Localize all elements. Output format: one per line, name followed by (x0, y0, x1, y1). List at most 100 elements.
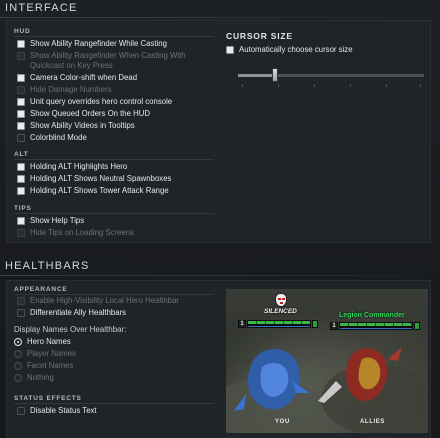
option-unit-query[interactable]: Unit query overrides hero control consol… (17, 97, 172, 107)
mask-status-icon (275, 293, 287, 307)
radio-nothing[interactable]: Nothing (14, 373, 54, 383)
option-label: Holding ALT Shows Tower Attack Range (30, 186, 169, 195)
option-colorblind-mode[interactable]: Colorblind Mode (17, 133, 87, 143)
checkbox[interactable] (17, 74, 25, 82)
you-mana-bar (247, 324, 311, 328)
option-alt-tower-range[interactable]: Holding ALT Shows Tower Attack Range (17, 186, 169, 196)
display-names-label: Display Names Over Healthbar: (14, 325, 127, 334)
you-level-badge: 1 (238, 319, 246, 328)
alt-group-label: ALT (14, 151, 29, 158)
appearance-group-label: APPEARANCE (14, 286, 68, 293)
radio-hero-names[interactable]: Hero Names (14, 337, 71, 347)
tips-divider (14, 213, 214, 214)
option-show-rangefinder[interactable]: Show Ability Rangefinder While Casting (17, 39, 167, 49)
option-rangefinder-quickcast[interactable]: Show Ability Rangefinder When Casting Wi… (17, 51, 186, 70)
option-label: Nothing (27, 373, 54, 382)
option-label: Holding ALT Shows Neutral Spawnboxes (30, 174, 172, 183)
radio-button[interactable] (14, 350, 22, 358)
alt-divider (14, 159, 214, 160)
option-label: Unit query overrides hero control consol… (30, 97, 173, 106)
slider-tick (278, 84, 279, 87)
radio-facet-names[interactable]: Facet Names (14, 361, 73, 371)
option-label: Camera Color-shift when Dead (30, 73, 138, 82)
allies-label: ALLIES (360, 419, 385, 425)
hud-group-label: HUD (14, 28, 31, 35)
option-camera-color-shift[interactable]: Camera Color-shift when Dead (17, 73, 137, 83)
option-label: Colorblind Mode (30, 133, 87, 142)
checkbox[interactable] (17, 217, 25, 225)
option-label-line2: Quickcast on Key Press (30, 60, 113, 70)
option-label: Show Help Tips (30, 216, 85, 225)
option-label: Hide Tips on Loading Screens (30, 228, 135, 237)
option-hide-loading-tips[interactable]: Hide Tips on Loading Screens (17, 228, 134, 238)
checkbox[interactable] (17, 52, 25, 60)
checkbox[interactable] (17, 134, 25, 142)
option-label: Differentiate Ally Healthbars (30, 308, 127, 317)
option-alt-highlights-hero[interactable]: Holding ALT Highlights Hero (17, 162, 127, 172)
checkbox[interactable] (17, 309, 25, 317)
option-label: Show Ability Rangefinder While Casting (30, 39, 167, 48)
ally-healthbar: 1 (330, 321, 420, 330)
slider-tick (314, 84, 315, 87)
healthbars-title: HEALTHBARS (5, 260, 90, 272)
option-auto-cursor-size[interactable]: Automatically choose cursor size (226, 45, 353, 55)
radio-button[interactable] (14, 338, 22, 346)
header-divider (0, 275, 440, 276)
checkbox[interactable] (17, 40, 25, 48)
checkbox[interactable] (17, 407, 25, 415)
status-effects-group-label: STATUS EFFECTS (14, 395, 82, 402)
option-label: Show Ability Rangefinder When Casting Wi… (30, 51, 186, 60)
option-label: Automatically choose cursor size (239, 45, 353, 54)
option-label: Enable High-Visibility Local Hero Health… (30, 296, 179, 305)
cursor-size-slider[interactable] (238, 66, 424, 90)
checkbox[interactable] (226, 46, 234, 54)
cursor-size-label: CURSOR SIZE (226, 31, 293, 41)
ally-mana-bar (339, 326, 413, 330)
radio-button[interactable] (14, 374, 22, 382)
checkbox[interactable] (17, 86, 25, 94)
radio-button[interactable] (14, 362, 22, 370)
option-alt-neutral-spawnboxes[interactable]: Holding ALT Shows Neutral Spawnboxes (17, 174, 171, 184)
slider-tick (350, 84, 351, 87)
preview-scene (226, 347, 428, 433)
option-show-help-tips[interactable]: Show Help Tips (17, 216, 84, 226)
slider-tick (386, 84, 387, 87)
silenced-status-text: SILENCED (264, 308, 297, 315)
option-disable-status-text[interactable]: Disable Status Text (17, 406, 97, 416)
slider-thumb[interactable] (272, 68, 278, 82)
checkbox[interactable] (17, 297, 25, 305)
ally-bars (339, 321, 413, 330)
option-ability-videos[interactable]: Show Ability Videos in Tooltips (17, 121, 135, 131)
section-title-healthbars: HEALTHBARS (0, 260, 440, 276)
checkbox[interactable] (17, 110, 25, 118)
you-label: YOU (275, 419, 290, 425)
slider-fill (238, 74, 275, 77)
option-label: Player Names (27, 349, 76, 358)
you-healthbar: 1 (238, 319, 318, 328)
slider-tick (242, 84, 243, 87)
checkbox[interactable] (17, 229, 25, 237)
option-hide-damage-numbers[interactable]: Hide Damage Numbers (17, 85, 111, 95)
section-title-interface: INTERFACE (0, 2, 440, 18)
checkbox[interactable] (17, 98, 25, 106)
option-label: Hide Damage Numbers (30, 85, 112, 94)
option-label: Show Queued Orders On the HUD (30, 109, 151, 118)
checkbox[interactable] (17, 187, 25, 195)
radio-player-names[interactable]: Player Names (14, 349, 76, 359)
status-effects-divider (14, 403, 214, 404)
option-queued-orders[interactable]: Show Queued Orders On the HUD (17, 109, 150, 119)
appearance-divider (14, 294, 214, 295)
checkbox[interactable] (17, 163, 25, 171)
header-divider (0, 17, 440, 18)
option-high-visibility-healthbar[interactable]: Enable High-Visibility Local Hero Health… (17, 296, 179, 306)
you-bars (247, 319, 311, 328)
option-label: Facet Names (27, 361, 74, 370)
tips-group-label: TIPS (14, 205, 32, 212)
checkbox[interactable] (17, 122, 25, 130)
option-differentiate-ally[interactable]: Differentiate Ally Healthbars (17, 308, 126, 318)
option-label-multiline: Show Ability Rangefinder When Casting Wi… (30, 51, 186, 70)
slider-tick (420, 84, 421, 87)
option-label: Hero Names (27, 337, 71, 346)
checkbox[interactable] (17, 175, 25, 183)
you-buff-marker (312, 319, 318, 328)
